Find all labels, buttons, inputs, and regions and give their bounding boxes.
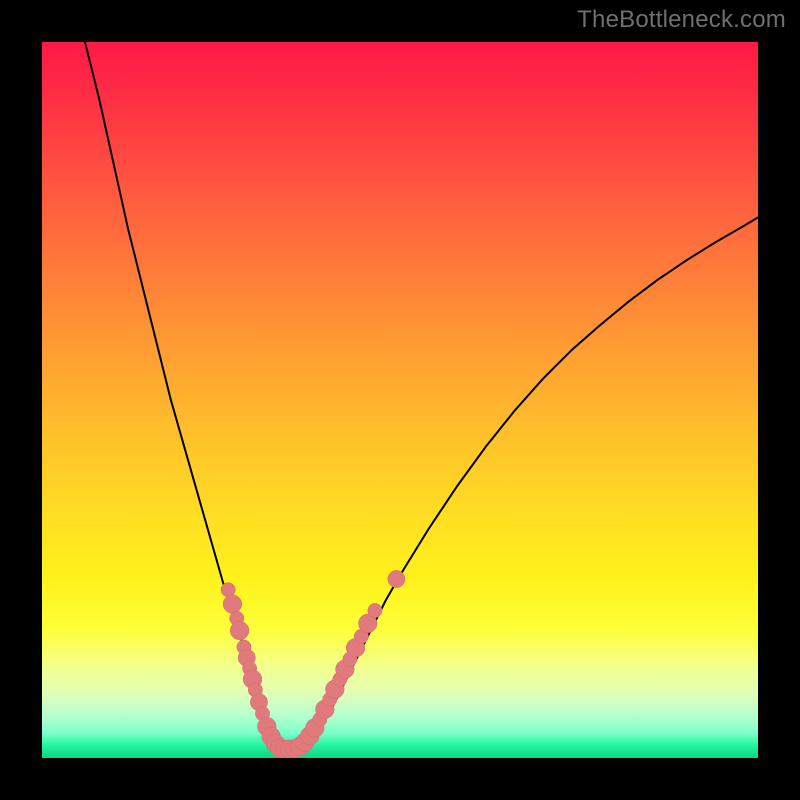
- marker-group: [221, 570, 405, 758]
- data-marker: [230, 621, 249, 640]
- plot-area: [42, 42, 758, 758]
- watermark-text: TheBottleneck.com: [577, 6, 786, 34]
- bottleneck-curve: [85, 42, 758, 749]
- chart-frame: TheBottleneck.com: [0, 0, 800, 800]
- data-marker: [368, 603, 382, 617]
- data-marker: [223, 595, 242, 614]
- data-marker: [388, 570, 405, 587]
- curve-layer: [42, 42, 758, 758]
